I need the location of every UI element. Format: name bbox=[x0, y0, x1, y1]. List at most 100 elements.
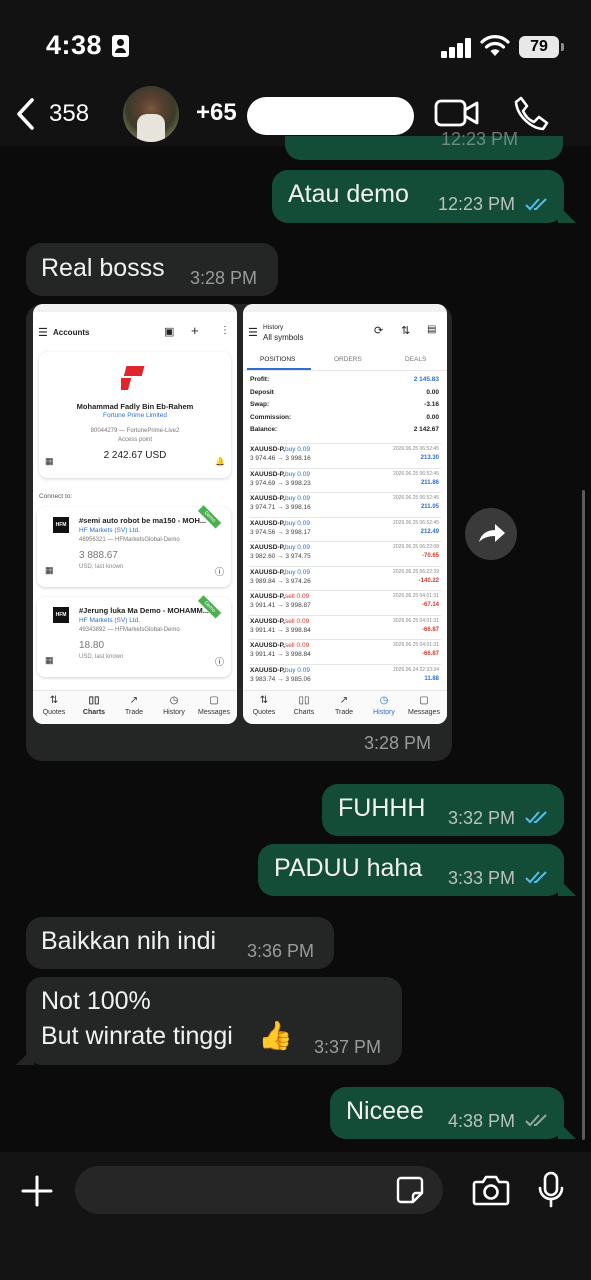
image-message-bubble[interactable]: 3:28 PM ☰ Accounts ▣ + ⋮ Mohammad Fadly … bbox=[26, 304, 452, 761]
trade-pnl: 211.05 bbox=[420, 504, 439, 510]
trade-side: buy 0.09 bbox=[285, 495, 310, 502]
demo-broker: HF Markets (SV) Ltd. bbox=[79, 617, 141, 624]
demo-account-card: HFM #Jerung luka Ma Demo - MOHAMM... HF … bbox=[37, 595, 231, 677]
message-bubble[interactable]: Atau demo 12:23 PM bbox=[272, 170, 564, 223]
message-text: Baikkan nih indi bbox=[41, 927, 217, 955]
trade-divider bbox=[249, 614, 441, 616]
back-chevron-icon[interactable] bbox=[12, 94, 42, 134]
trade-date: 2026.06.25 06:52:45 bbox=[393, 446, 439, 452]
trade-side: buy 0.09 bbox=[285, 666, 310, 674]
plus-icon[interactable] bbox=[20, 1174, 54, 1208]
tab-deals: DEALS bbox=[405, 356, 427, 363]
contact-name[interactable]: +65 bbox=[196, 99, 237, 127]
forward-arrow-icon bbox=[479, 524, 505, 542]
info-icon: ⓘ bbox=[215, 657, 225, 667]
forward-button[interactable] bbox=[465, 508, 517, 560]
summary-value: -3.16 bbox=[424, 401, 439, 409]
video-call-icon[interactable] bbox=[434, 98, 480, 128]
trade-divider bbox=[249, 492, 441, 493]
message-text-line2: But winrate tinggi bbox=[41, 1022, 233, 1050]
summary-label: Commission: bbox=[250, 413, 292, 421]
demo-account-name: #semi auto robot be ma150 - MOH... bbox=[79, 516, 207, 525]
trade-side: buy 0.09 bbox=[285, 446, 310, 453]
partial-time: 12:23 PM bbox=[441, 129, 519, 149]
trade-date: 2026.06.25 06:52:45 bbox=[393, 470, 439, 477]
composer-bar bbox=[0, 1152, 591, 1280]
summary-value: 0.00 bbox=[426, 388, 439, 396]
hfm-logo: HFM bbox=[53, 517, 69, 533]
trade-pnl: -66.87 bbox=[421, 626, 439, 633]
screenshot-accounts[interactable]: ☰ Accounts ▣ + ⋮ Mohammad Fadly Bin Eb-R… bbox=[33, 304, 237, 724]
qr-small-icon: ▦ bbox=[45, 655, 54, 665]
trade-symbol: XAUUSD-P, bbox=[250, 544, 285, 551]
trade-symbol: XAUUSD-P, bbox=[250, 666, 285, 674]
trade-date: 2026.06.25 06:22:08 bbox=[393, 544, 439, 550]
history-subtitle: All symbols bbox=[263, 333, 304, 342]
message-bubble[interactable]: PADUU haha 3:33 PM bbox=[258, 844, 564, 896]
trade-symbol: XAUUSD-P, bbox=[250, 568, 285, 576]
trade-divider bbox=[249, 663, 441, 665]
message-bubble[interactable]: Not 100% But winrate tinggi 👍 3:37 PM bbox=[26, 977, 402, 1065]
scrollbar[interactable] bbox=[582, 490, 585, 1140]
message-text: Atau demo bbox=[288, 180, 409, 208]
trade-divider bbox=[249, 443, 441, 444]
demo-server: 49343892 — HFMarketsGlobal-Demo bbox=[79, 627, 180, 633]
tab-quotes: ⇅ Quotes bbox=[252, 695, 276, 716]
accounts-title: Accounts bbox=[53, 328, 90, 337]
message-time: 3:37 PM bbox=[314, 1037, 382, 1057]
phone-call-icon[interactable] bbox=[512, 94, 550, 132]
message-text: Niceee bbox=[346, 1097, 424, 1125]
connect-to-label: Connect to: bbox=[39, 493, 73, 500]
tab-positions: POSITIONS bbox=[260, 356, 296, 363]
screenshot-history[interactable]: ☰ History All symbols ⟳ ⇅ ▤ POSITIONS OR… bbox=[243, 304, 447, 724]
message-text-line1: Not 100% bbox=[41, 987, 151, 1015]
message-bubble[interactable]: Niceee 4:38 PM bbox=[330, 1087, 564, 1139]
camera-icon[interactable] bbox=[472, 1174, 510, 1206]
sticker-icon[interactable] bbox=[395, 1175, 425, 1205]
app-tab-bar: ⇅ Quotes ▯▯ Charts ↗ Trade ◷ History ▢ Messag… bbox=[243, 690, 447, 724]
demo-amount: 3 888.67 bbox=[79, 550, 118, 561]
message-bubble[interactable]: FUHHH 3:32 PM bbox=[322, 784, 564, 836]
account-holder: Mohammad Fadly Bin Eb-Rahem bbox=[76, 402, 194, 411]
demo-note: USD, last known bbox=[79, 564, 124, 570]
summary-value: 2 145.83 bbox=[413, 376, 439, 383]
refresh-icon: ⟳ bbox=[374, 325, 384, 337]
message-bubble[interactable]: Baikkan nih indi 3:36 PM bbox=[26, 917, 334, 969]
trade-divider bbox=[249, 541, 441, 542]
trade-pnl: 212.49 bbox=[420, 528, 439, 535]
trade-prices: 3 974.69 → 3 998.23 bbox=[250, 479, 311, 487]
phone-status-strip bbox=[33, 304, 237, 312]
tab-history: ◷ History bbox=[373, 695, 395, 716]
message-text: Real bosss bbox=[41, 254, 165, 282]
trade-divider bbox=[249, 467, 441, 469]
trade-divider bbox=[249, 516, 441, 518]
trade-pnl: -70.65 bbox=[421, 553, 439, 559]
trade-side: sell 0.09 bbox=[285, 593, 310, 600]
unread-count[interactable]: 358 bbox=[49, 100, 89, 128]
microphone-icon[interactable] bbox=[537, 1171, 565, 1209]
trade-prices: 3 991.41 → 3 998.84 bbox=[250, 651, 311, 658]
trade-prices: 3 974.46 → 3 998.16 bbox=[250, 455, 311, 462]
trade-prices: 3 974.71 → 3 998.16 bbox=[250, 504, 311, 511]
trade-date: 2026.06.25 06:52:45 bbox=[393, 519, 439, 526]
message-time: 3:33 PM bbox=[448, 868, 516, 888]
trade-pnl: 213.30 bbox=[420, 455, 439, 461]
qr-small-icon: ▦ bbox=[45, 565, 54, 575]
access-point: Access point bbox=[117, 437, 153, 443]
calendar-icon: ▤ bbox=[427, 324, 437, 335]
trade-pnl: 211.86 bbox=[420, 479, 439, 486]
wifi-icon bbox=[480, 35, 510, 56]
trade-prices: 3 982.60 → 3 974.75 bbox=[250, 553, 311, 560]
trade-side: buy 0.09 bbox=[285, 568, 310, 576]
fortune-prime-logo bbox=[121, 366, 145, 390]
trade-divider bbox=[249, 590, 441, 591]
info-icon: ⓘ bbox=[215, 567, 225, 577]
read-ticks-icon bbox=[525, 871, 547, 884]
account-line: 80044279 — FortunePrime-Live2 bbox=[90, 428, 180, 434]
trade-prices: 3 991.41 → 3 998.87 bbox=[250, 602, 311, 609]
contact-avatar[interactable] bbox=[123, 86, 179, 142]
trade-side: buy 0.09 bbox=[285, 470, 310, 478]
menu-icon: ☰ bbox=[248, 327, 258, 339]
message-bubble[interactable]: Real bosss 3:28 PM bbox=[26, 243, 278, 296]
message-input[interactable] bbox=[75, 1166, 443, 1214]
